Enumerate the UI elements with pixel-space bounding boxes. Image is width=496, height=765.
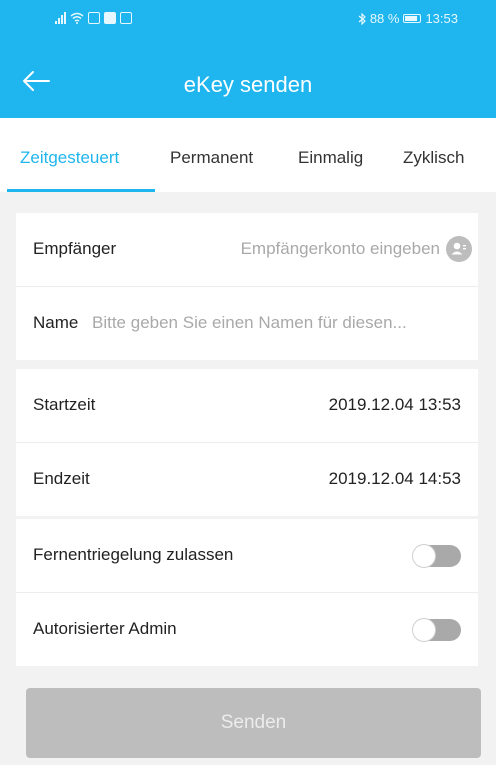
tab-bar: Zeitgesteuert Permanent Einmalig Zyklisc… — [0, 118, 496, 192]
page-title: eKey senden — [183, 72, 313, 97]
start-time-row[interactable]: Startzeit 2019.12.04 13:53 — [16, 369, 478, 442]
name-input[interactable]: Bitte geben Sie einen Namen für diesen..… — [92, 313, 407, 333]
permissions-card: Fernentriegelung zulassen Autorisierter … — [16, 519, 478, 666]
tab-zeitgesteuert[interactable]: Zeitgesteuert — [20, 148, 119, 168]
recipient-card: Empfänger Empfängerkonto eingeben Name B… — [16, 213, 478, 360]
signal-icon — [55, 12, 66, 24]
status-icons-right: 88 % 13:53 — [358, 11, 458, 26]
app-header: 88 % 13:53 eKey senden — [0, 0, 496, 118]
start-time-value[interactable]: 2019.12.04 13:53 — [329, 395, 461, 415]
remote-unlock-toggle[interactable] — [413, 545, 461, 567]
battery-percent: 88 % — [369, 11, 400, 26]
start-time-label: Startzeit — [33, 395, 96, 414]
admin-row: Autorisierter Admin — [16, 592, 478, 666]
wifi-icon — [70, 12, 84, 24]
tab-einmalig[interactable]: Einmalig — [298, 148, 363, 168]
tab-permanent[interactable]: Permanent — [170, 148, 253, 168]
remote-unlock-row: Fernentriegelung zulassen — [16, 519, 478, 592]
recipient-input[interactable]: Empfängerkonto eingeben — [241, 239, 440, 259]
status-bar: 88 % 13:53 — [0, 0, 496, 36]
admin-label: Autorisierter Admin — [33, 619, 177, 638]
battery-icon — [403, 14, 422, 23]
tab-zyklisch[interactable]: Zyklisch — [403, 148, 464, 168]
name-label: Name — [33, 313, 79, 332]
bluetooth-icon — [358, 12, 366, 25]
status-time: 13:53 — [425, 11, 458, 26]
app-notification-icon — [104, 12, 116, 24]
contact-icon — [451, 242, 466, 255]
admin-toggle[interactable] — [413, 619, 461, 641]
contact-picker-button[interactable] — [446, 236, 472, 262]
message-notification-icon — [120, 12, 132, 24]
end-time-value[interactable]: 2019.12.04 14:53 — [329, 469, 461, 489]
nfc-icon — [88, 12, 100, 24]
time-card: Startzeit 2019.12.04 13:53 Endzeit 2019.… — [16, 369, 478, 516]
recipient-label: Empfänger — [33, 239, 117, 258]
remote-unlock-label: Fernentriegelung zulassen — [33, 545, 234, 564]
end-time-row[interactable]: Endzeit 2019.12.04 14:53 — [16, 442, 478, 516]
active-tab-indicator — [7, 189, 155, 192]
status-icons-left — [55, 12, 132, 24]
end-time-label: Endzeit — [33, 469, 90, 488]
name-row: Name Bitte geben Sie einen Namen für die… — [16, 286, 478, 360]
send-button[interactable]: Senden — [26, 688, 481, 758]
recipient-row: Empfänger Empfängerkonto eingeben — [16, 213, 478, 286]
